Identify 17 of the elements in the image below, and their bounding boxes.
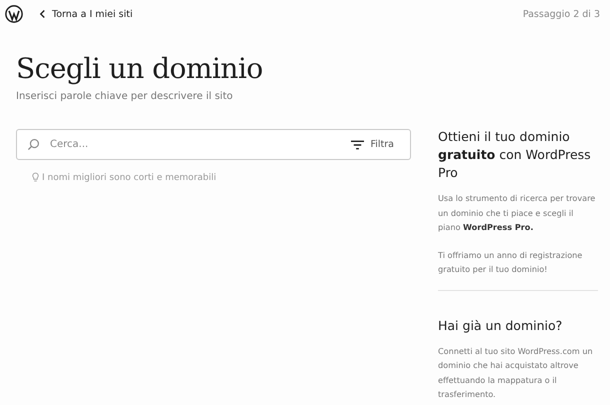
hint-text: I nomi migliori sono corti e memorabili xyxy=(42,172,216,182)
back-link[interactable]: Torna a I miei siti xyxy=(39,8,133,20)
sidebar-paragraph: Connetti al tuo sito WordPress.com un dominio che hai acquistato altrove effettuando la mappatura o il trasferimento. xyxy=(438,344,594,401)
search-icon xyxy=(27,138,40,151)
sidebar-heading: Ottieni il tuo dominio gratuito con WordPress Pro xyxy=(438,128,592,182)
search-field[interactable]: Cerca... Filtra xyxy=(16,129,411,160)
wordpress-logo-icon[interactable] xyxy=(5,5,23,23)
chevron-left-icon xyxy=(39,9,46,19)
step-indicator: Passaggio 2 di 3 xyxy=(522,8,600,20)
sidebar-paragraph: Usa lo strumento di ricerca per trovare un dominio che ti piace e scegli il piano WordPress Pro. xyxy=(438,192,596,234)
sidebar-heading: Hai già un dominio? xyxy=(438,316,564,334)
lightbulb-icon xyxy=(32,172,39,183)
page-title: Scegli un dominio xyxy=(16,52,264,85)
sidebar-paragraph: Ti offriamo un anno di registrazione gratuito per il tuo dominio! xyxy=(438,248,584,276)
filter-icon xyxy=(351,140,364,150)
filter-button[interactable]: Filtra xyxy=(345,139,400,150)
page-subtitle: Inserisci parole chiave per descrivere il sito xyxy=(16,91,234,102)
